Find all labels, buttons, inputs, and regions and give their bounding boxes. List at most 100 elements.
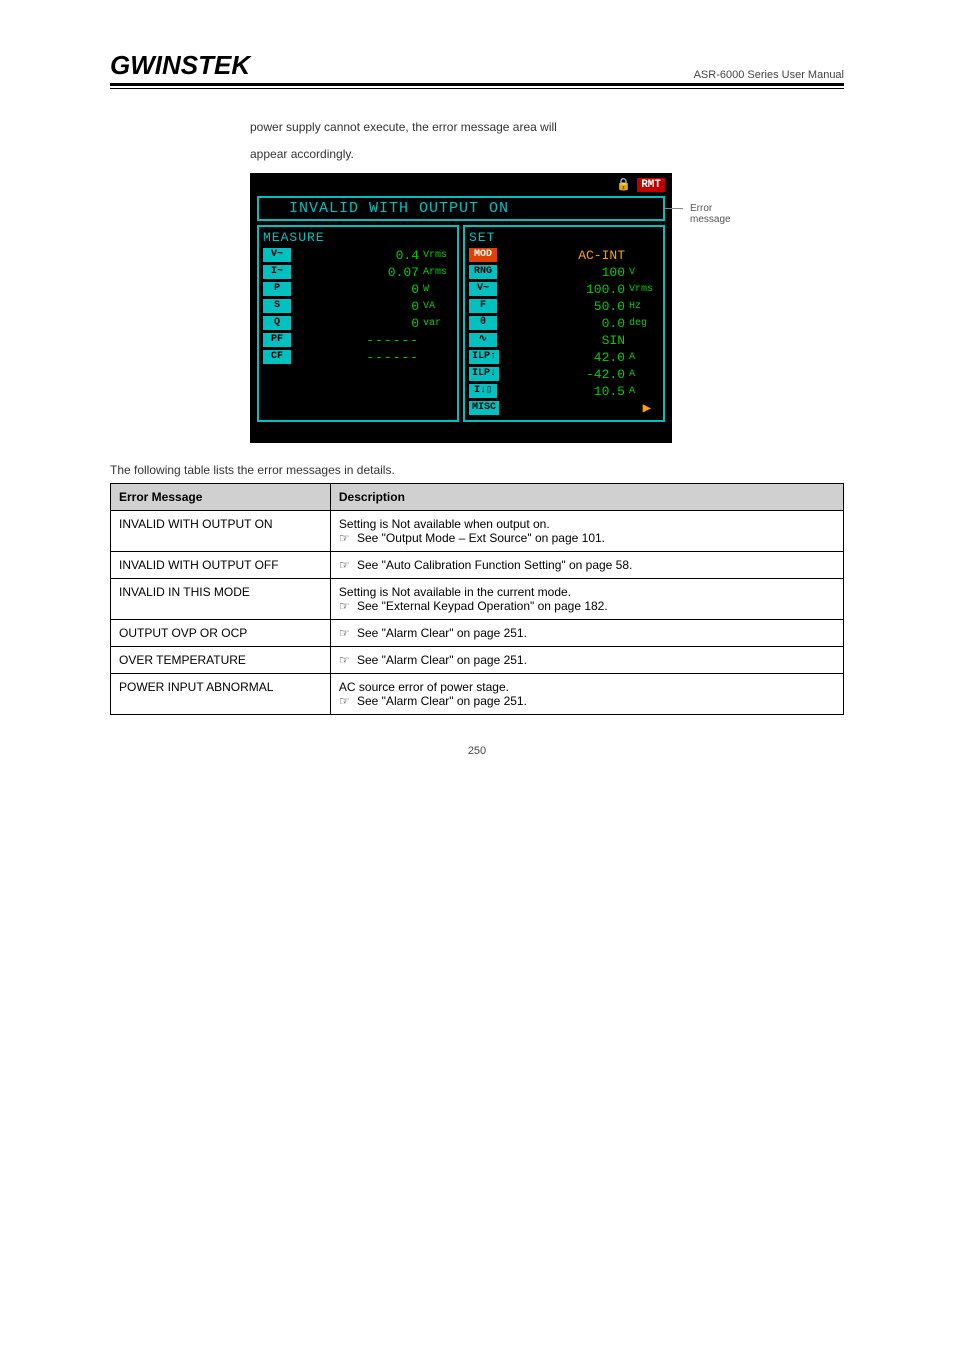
- set-value: 0.0: [503, 316, 627, 331]
- set-unit: V: [627, 267, 659, 278]
- set-badge: V~: [469, 282, 497, 296]
- doc-title: ASR-6000 Series User Manual: [694, 69, 844, 81]
- table-row: INVALID IN THIS MODESetting is Not avail…: [111, 578, 844, 619]
- table-cell-msg: OUTPUT OVP OR OCP: [111, 619, 331, 646]
- set-row: MISC ▶: [469, 400, 659, 417]
- measure-row: I~ 0.07Arms: [263, 264, 453, 281]
- set-value: AC-INT: [503, 248, 627, 263]
- header-rule: [110, 88, 844, 89]
- set-row: I↓▯ 10.5A: [469, 383, 659, 400]
- measure-row: S0VA: [263, 298, 453, 315]
- measure-badge: PF: [263, 333, 291, 347]
- set-value: 100.0: [503, 282, 627, 297]
- measure-badge: V~: [263, 248, 291, 262]
- table-cell-desc: AC source error of power stage.☞ See "Al…: [330, 673, 843, 714]
- set-row: F50.0Hz: [469, 298, 659, 315]
- set-badge: ILP↓: [469, 367, 499, 381]
- intro-text-2: appear accordingly.: [250, 146, 844, 163]
- set-badge: ILP↑: [469, 350, 499, 364]
- error-message-bar: INVALID WITH OUTPUT ON: [257, 196, 665, 221]
- measure-unit: var: [421, 318, 453, 329]
- intro-text-1: power supply cannot execute, the error m…: [250, 119, 844, 136]
- measure-badge: CF: [263, 350, 291, 364]
- hand-icon: ☞: [339, 558, 350, 572]
- table-cell-msg: INVALID WITH OUTPUT ON: [111, 510, 331, 551]
- set-unit: deg: [627, 318, 659, 329]
- measure-value: 0: [297, 299, 421, 314]
- table-head-desc: Description: [330, 483, 843, 510]
- table-cell-msg: OVER TEMPERATURE: [111, 646, 331, 673]
- set-badge: θ: [469, 316, 497, 330]
- measure-row: V~ 0.4Vrms: [263, 247, 453, 264]
- set-panel: SET MOD AC-INT RNG 100V V~ 100.0Vrms F50.0Hzθ0…: [463, 225, 665, 422]
- measure-panel: MEASURE V~0.4VrmsI~0.07ArmsP0WS0VAQ0varP…: [257, 225, 459, 422]
- rmt-badge: RMT: [637, 178, 665, 192]
- set-value: 10.5: [503, 384, 627, 399]
- set-value: 42.0: [505, 350, 627, 365]
- measure-value: 0: [297, 316, 421, 331]
- set-value: SIN: [503, 333, 627, 348]
- callout-label: Error message: [690, 203, 750, 225]
- table-caption: The following table lists the error mess…: [110, 463, 844, 477]
- set-badge: ∿: [469, 333, 497, 347]
- measure-row: Q0var: [263, 315, 453, 332]
- set-row: ILP↓-42.0A: [469, 366, 659, 383]
- hand-icon: ☞: [339, 531, 350, 545]
- table-row: POWER INPUT ABNORMALAC source error of p…: [111, 673, 844, 714]
- callout-line: [663, 208, 683, 209]
- measure-value: ------: [297, 333, 421, 348]
- table-cell-desc: ☞ See "Alarm Clear" on page 251.: [330, 619, 843, 646]
- table-cell-desc: Setting is Not available when output on.…: [330, 510, 843, 551]
- table-cell-desc: ☞ See "Alarm Clear" on page 251.: [330, 646, 843, 673]
- table-cell-desc: Setting is Not available in the current …: [330, 578, 843, 619]
- measure-value: 0.4: [297, 248, 421, 263]
- set-row: RNG 100V: [469, 264, 659, 281]
- error-message-text: INVALID WITH OUTPUT ON: [289, 200, 509, 217]
- table-cell-desc: ☞ See "Auto Calibration Function Setting…: [330, 551, 843, 578]
- set-badge: MOD: [469, 248, 497, 262]
- set-unit: A: [627, 352, 659, 363]
- hand-icon: ☞: [339, 599, 350, 613]
- set-badge: MISC: [469, 401, 499, 415]
- measure-unit: Arms: [421, 267, 453, 278]
- set-row: ∿ SIN: [469, 332, 659, 349]
- measure-unit: VA: [421, 301, 453, 312]
- page-header: GWINSTEK ASR-6000 Series User Manual: [110, 50, 844, 86]
- measure-title: MEASURE: [263, 230, 453, 245]
- error-table: Error Message Description INVALID WITH O…: [110, 483, 844, 715]
- table-row: INVALID WITH OUTPUT ONSetting is Not ava…: [111, 510, 844, 551]
- measure-row: CF ------: [263, 349, 453, 366]
- hand-icon: ☞: [339, 626, 350, 640]
- table-cell-msg: INVALID WITH OUTPUT OFF: [111, 551, 331, 578]
- set-unit: Vrms: [627, 284, 659, 295]
- table-row: OVER TEMPERATURE☞ See "Alarm Clear" on p…: [111, 646, 844, 673]
- set-title: SET: [469, 230, 659, 245]
- table-cell-msg: INVALID IN THIS MODE: [111, 578, 331, 619]
- logo: GWINSTEK: [110, 50, 250, 81]
- set-badge: F: [469, 299, 497, 313]
- measure-badge: Q: [263, 316, 291, 330]
- measure-badge: I~: [263, 265, 291, 279]
- set-badge: I↓▯: [469, 384, 497, 398]
- measure-row: P0W: [263, 281, 453, 298]
- measure-row: PF ------: [263, 332, 453, 349]
- set-value: 100: [503, 265, 627, 280]
- misc-arrow-icon: ▶: [505, 400, 659, 417]
- measure-value: ------: [297, 350, 421, 365]
- lock-icon: 🔒: [616, 177, 631, 192]
- set-badge: RNG: [469, 265, 497, 279]
- measure-badge: P: [263, 282, 291, 296]
- measure-unit: Vrms: [421, 250, 453, 261]
- hand-icon: ☞: [339, 694, 350, 708]
- table-row: OUTPUT OVP OR OCP☞ See "Alarm Clear" on …: [111, 619, 844, 646]
- table-head-msg: Error Message: [111, 483, 331, 510]
- hand-icon: ☞: [339, 653, 350, 667]
- set-unit: Hz: [627, 301, 659, 312]
- lcd-topbar: 🔒 RMT: [251, 174, 671, 196]
- measure-unit: W: [421, 284, 453, 295]
- set-unit: A: [627, 386, 659, 397]
- set-row: ILP↑ 42.0A: [469, 349, 659, 366]
- measure-value: 0.07: [297, 265, 421, 280]
- measure-value: 0: [297, 282, 421, 297]
- table-cell-msg: POWER INPUT ABNORMAL: [111, 673, 331, 714]
